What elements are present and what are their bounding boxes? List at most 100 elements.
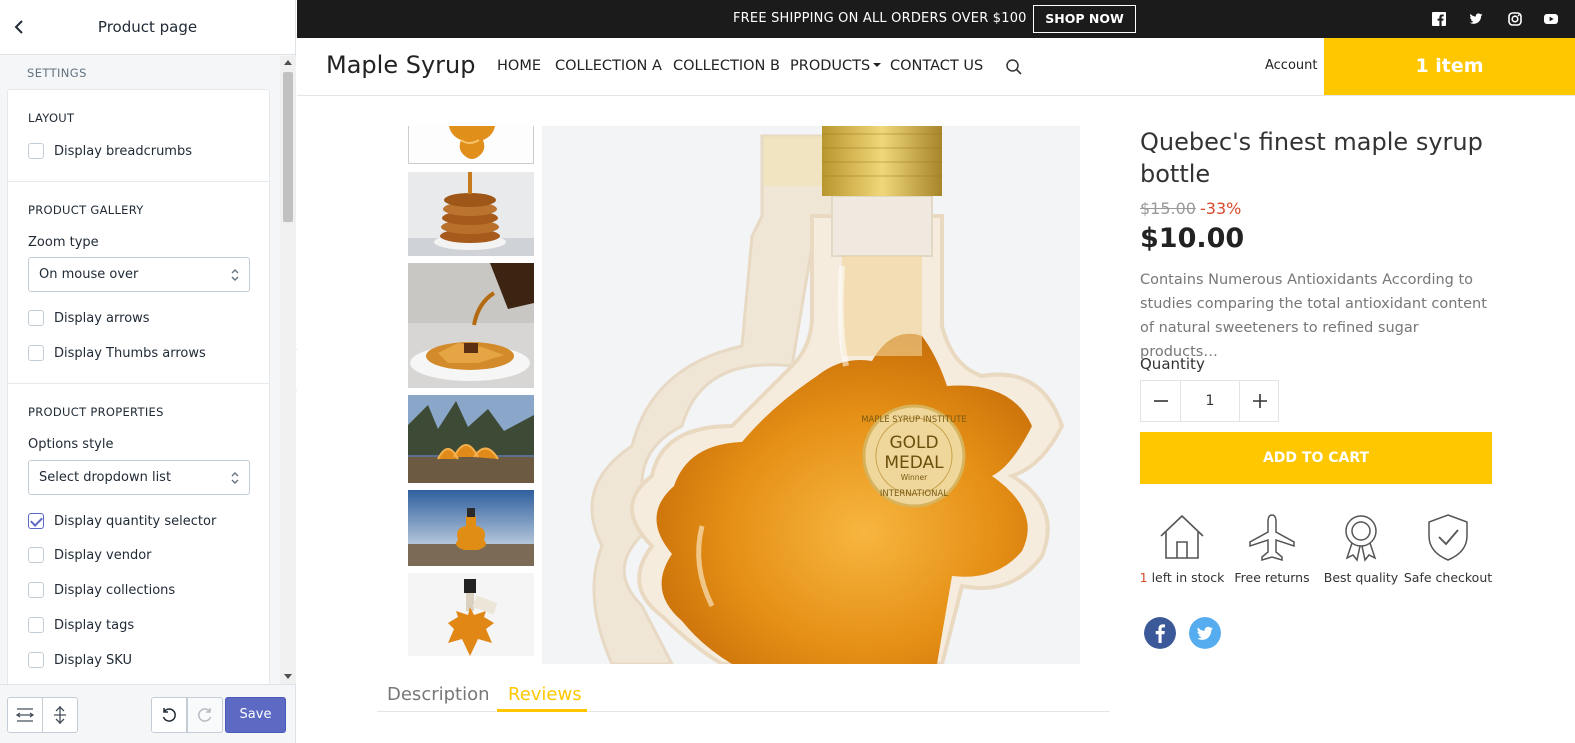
quantity-input[interactable]: 1 — [1181, 381, 1239, 421]
feature-stock-text: 1 left in stock — [1137, 570, 1227, 585]
search-icon[interactable] — [1005, 58, 1023, 76]
tab-description[interactable]: Description — [387, 684, 490, 705]
label-international-text: INTERNATIONAL — [880, 489, 948, 499]
feature-quality-text: Best quality — [1323, 570, 1399, 585]
stock-count: 1 — [1139, 570, 1148, 585]
checkbox-box[interactable] — [28, 617, 44, 633]
checkbox-box[interactable] — [28, 345, 44, 361]
nav-products[interactable]: PRODUCTS — [790, 58, 882, 74]
facebook-icon[interactable] — [1432, 12, 1446, 26]
nav-collection-b[interactable]: COLLECTION B — [673, 58, 780, 74]
nav-contact-us[interactable]: CONTACT US — [890, 58, 983, 74]
home-icon — [1160, 514, 1204, 559]
scroll-down-icon[interactable] — [284, 674, 292, 679]
account-link[interactable]: Account — [1265, 58, 1318, 73]
store-preview: FREE SHIPPING ON ALL ORDERS OVER $100 SH… — [297, 0, 1575, 743]
instagram-icon[interactable] — [1508, 12, 1522, 26]
zoom-type-select[interactable]: On mouse over — [28, 257, 250, 292]
label-winner-text: Winner — [901, 473, 928, 482]
shop-now-button[interactable]: SHOP NOW — [1033, 5, 1136, 33]
gallery-thumbnail[interactable] — [408, 395, 534, 483]
checkbox-display-thumbs-arrows[interactable]: Display Thumbs arrows — [28, 344, 206, 362]
feature-quality: Best quality — [1316, 512, 1406, 585]
undo-button[interactable] — [151, 697, 187, 733]
gallery-thumbnail[interactable] — [408, 126, 534, 164]
quantity-stepper: 1 — [1140, 380, 1279, 422]
checkbox-box[interactable] — [28, 310, 44, 326]
app-window: Product page SETTINGS LAYOUT Display bre… — [0, 0, 1575, 743]
site-header: Maple Syrup HOME COLLECTION A COLLECTION… — [297, 38, 1575, 96]
announcement-text: FREE SHIPPING ON ALL ORDERS OVER $100 — [733, 11, 1027, 26]
thumbnail-image — [408, 573, 534, 656]
share-twitter-icon[interactable] — [1189, 617, 1221, 649]
checkbox-display-collections[interactable]: Display collections — [28, 581, 175, 599]
checkbox-box[interactable] — [28, 582, 44, 598]
feature-checkout: Safe checkout — [1403, 512, 1493, 585]
product-main-image[interactable]: MAPLE SYRUP INSTITUTE GOLD MEDAL Winner … — [542, 126, 1080, 664]
quantity-decrease-button[interactable] — [1141, 381, 1181, 421]
scroll-up-icon[interactable] — [284, 60, 292, 65]
checkbox-label: Display SKU — [54, 652, 132, 668]
shield-check-icon — [1428, 514, 1468, 561]
announcement-bar: FREE SHIPPING ON ALL ORDERS OVER $100 SH… — [297, 0, 1575, 38]
redo-icon — [198, 708, 212, 722]
feature-returns-text: Free returns — [1234, 570, 1310, 585]
caret-down-icon — [873, 63, 882, 67]
compare-at-price: $15.00 — [1140, 199, 1196, 218]
checkbox-label: Display arrows — [54, 310, 150, 326]
thumbnail-image — [408, 172, 534, 256]
checkbox-label: Display quantity selector — [54, 513, 217, 529]
checkbox-display-vendor[interactable]: Display vendor — [28, 546, 152, 564]
quantity-increase-button[interactable] — [1239, 381, 1279, 421]
checkbox-display-quantity-selector[interactable]: Display quantity selector — [28, 512, 216, 530]
select-arrows-icon — [231, 269, 239, 281]
checkbox-display-tags[interactable]: Display tags — [28, 616, 134, 634]
select-arrows-icon — [231, 472, 239, 484]
settings-card: LAYOUT Display breadcrumbs PRODUCT GALLE… — [7, 89, 270, 684]
gallery-thumbnail[interactable] — [408, 490, 534, 566]
cart-button[interactable]: 1 item — [1324, 38, 1575, 95]
sidebar-scrollbar[interactable] — [280, 56, 296, 684]
settings-heading: SETTINGS — [27, 66, 87, 80]
label-gold-text: GOLD — [889, 433, 938, 453]
section-divider — [8, 181, 269, 182]
desktop-view-button[interactable] — [7, 697, 43, 733]
nav-collection-a[interactable]: COLLECTION A — [555, 58, 662, 74]
twitter-icon[interactable] — [1469, 12, 1483, 26]
section-heading-gallery: PRODUCT GALLERY — [28, 203, 144, 217]
checkbox-box[interactable] — [28, 652, 44, 668]
checkbox-box[interactable] — [28, 547, 44, 563]
checkbox-box[interactable] — [28, 513, 44, 529]
thumbnail-image — [408, 490, 534, 566]
checkbox-box[interactable] — [28, 143, 44, 159]
scrollbar-thumb[interactable] — [283, 72, 293, 222]
add-to-cart-button[interactable]: ADD TO CART — [1140, 432, 1492, 484]
checkbox-label: Display tags — [54, 617, 135, 633]
options-style-label: Options style — [28, 437, 114, 452]
save-button[interactable]: Save — [225, 697, 286, 733]
thumbnail-image — [408, 395, 534, 483]
redo-button[interactable] — [187, 697, 223, 733]
options-style-select[interactable]: Select dropdown list — [28, 460, 250, 495]
sidebar-footer: Save — [0, 684, 295, 743]
checkbox-display-sku[interactable]: Display SKU — [28, 651, 132, 669]
checkbox-display-arrows[interactable]: Display arrows — [28, 309, 150, 327]
checkbox-display-breadcrumbs[interactable]: Display breadcrumbs — [28, 142, 192, 160]
active-tab-indicator — [497, 709, 587, 712]
youtube-icon[interactable] — [1544, 12, 1558, 26]
store-logo[interactable]: Maple Syrup — [326, 51, 475, 79]
feature-stock: 1 left in stock — [1137, 512, 1227, 585]
tab-reviews[interactable]: Reviews — [508, 684, 582, 705]
share-facebook-icon[interactable] — [1144, 617, 1176, 649]
nav-home[interactable]: HOME — [497, 58, 541, 74]
checkbox-label: Display vendor — [54, 547, 152, 563]
select-value: Select dropdown list — [39, 470, 172, 485]
gallery-thumbnail[interactable] — [408, 263, 534, 388]
checkbox-label: Display breadcrumbs — [54, 143, 192, 159]
gallery-thumbnail[interactable] — [408, 573, 534, 656]
feature-checkout-text: Safe checkout — [1403, 570, 1493, 585]
gallery-thumbnail[interactable] — [408, 172, 534, 256]
minus-icon — [1154, 400, 1168, 402]
mobile-view-button[interactable] — [42, 697, 78, 733]
undo-icon — [162, 708, 176, 722]
